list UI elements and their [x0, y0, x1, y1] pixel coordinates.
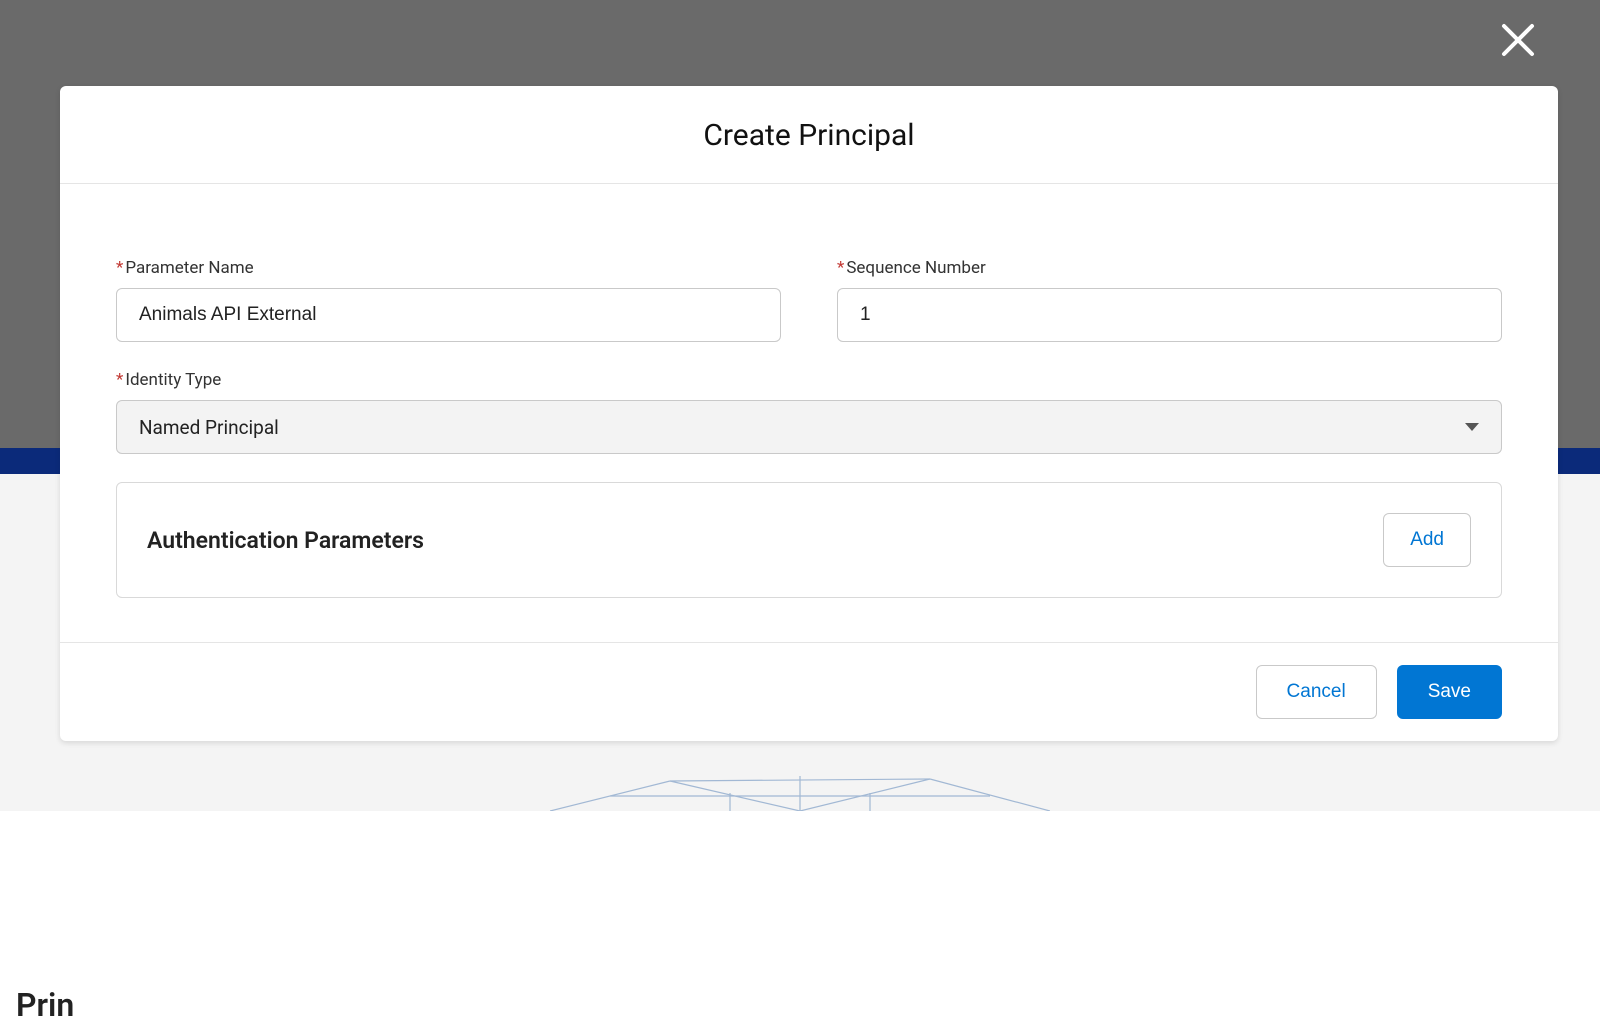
required-asterisk: * [116, 370, 123, 390]
save-button[interactable]: Save [1397, 665, 1502, 719]
modal-header: Create Principal [60, 86, 1558, 184]
identity-type-label-text: Identity Type [125, 370, 221, 390]
parameter-name-label: *Parameter Name [116, 258, 781, 278]
required-asterisk: * [116, 258, 123, 278]
sequence-number-input[interactable] [837, 288, 1502, 342]
required-asterisk: * [837, 258, 844, 278]
cancel-button[interactable]: Cancel [1256, 665, 1377, 719]
parameter-name-input[interactable] [116, 288, 781, 342]
add-authentication-parameter-button[interactable]: Add [1383, 513, 1471, 567]
close-icon [1498, 20, 1538, 60]
backdrop-illustration [550, 771, 1050, 811]
modal-footer: Cancel Save [60, 642, 1558, 741]
identity-type-select[interactable]: Named Principal [116, 400, 1502, 454]
close-modal-button[interactable] [1498, 20, 1538, 60]
parameter-name-label-text: Parameter Name [125, 258, 253, 278]
sequence-number-label: *Sequence Number [837, 258, 1502, 278]
authentication-parameters-title: Authentication Parameters [147, 527, 424, 554]
identity-type-label: *Identity Type [116, 370, 1502, 390]
authentication-parameters-card: Authentication Parameters Add [116, 482, 1502, 598]
identity-type-selected-value: Named Principal [139, 416, 279, 439]
chevron-down-icon [1465, 423, 1479, 431]
obscured-page-heading: Prin [16, 986, 74, 1024]
modal-title: Create Principal [80, 118, 1538, 153]
modal-body: *Parameter Name *Sequence Number *Identi… [60, 184, 1558, 642]
sequence-number-label-text: Sequence Number [846, 258, 985, 278]
create-principal-modal: Create Principal *Parameter Name *Sequen… [60, 86, 1558, 741]
